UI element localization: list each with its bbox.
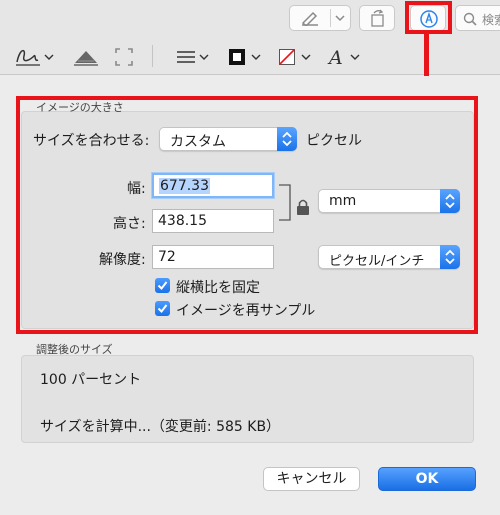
pen-icon: [301, 11, 318, 26]
toolbar-separator: [152, 45, 153, 67]
ok-button[interactable]: OK: [378, 467, 476, 491]
search-field[interactable]: 検索: [455, 5, 500, 31]
line-style-icon[interactable]: [175, 46, 211, 68]
fill-color-icon[interactable]: [278, 46, 314, 68]
search-placeholder: 検索: [482, 13, 500, 27]
image-size-highlight-frame: [16, 96, 478, 334]
svg-text:A: A: [327, 47, 343, 68]
chevron-down-icon[interactable]: [335, 14, 345, 22]
markup-highlight-frame: [405, 1, 452, 34]
rotate-icon: [371, 9, 384, 27]
adjust-color-icon[interactable]: [73, 46, 99, 68]
sign-button[interactable]: [289, 5, 351, 31]
cancel-button[interactable]: キャンセル: [263, 467, 360, 491]
signature-icon[interactable]: [14, 46, 54, 68]
result-file-size: サイズを計算中...（変更前: 585 KB）: [40, 419, 281, 435]
rotate-button[interactable]: [359, 5, 395, 31]
result-percent: 100 パーセント: [40, 372, 142, 388]
text-style-icon[interactable]: A: [327, 46, 363, 68]
button-divider: [330, 9, 331, 27]
search-icon: [463, 12, 477, 26]
annotation-arrow: [424, 34, 429, 80]
adjust-size-icon[interactable]: [114, 46, 134, 68]
border-color-icon[interactable]: [228, 46, 264, 68]
